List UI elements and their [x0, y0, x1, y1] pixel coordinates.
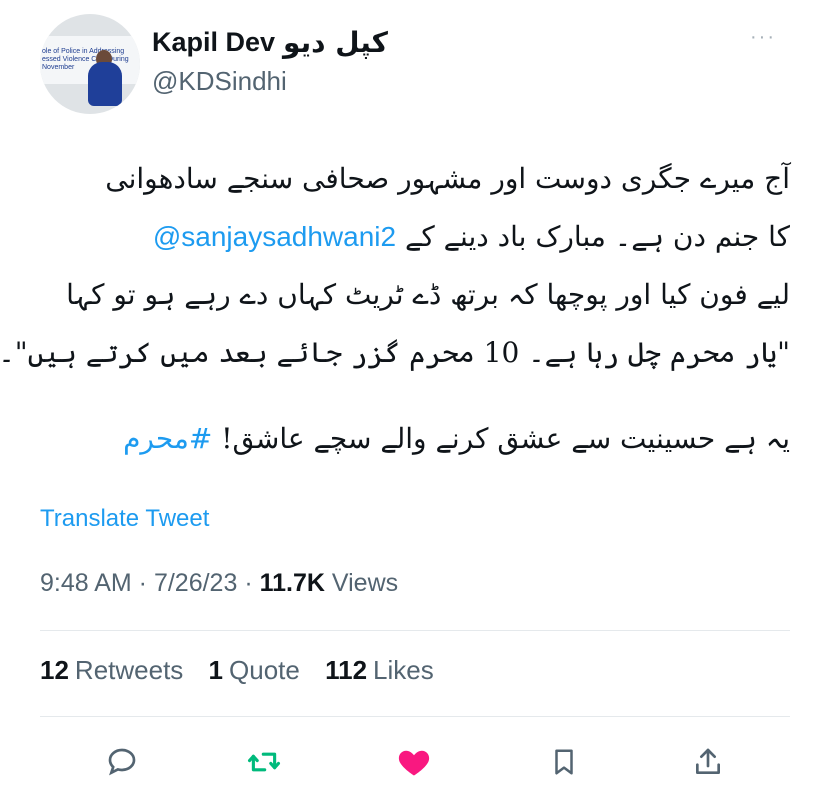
reply-icon[interactable] — [102, 742, 142, 782]
quotes-stat[interactable]: 1 Quote — [209, 655, 300, 685]
display-name[interactable]: Kapil Dev — [152, 27, 275, 58]
retweet-icon[interactable] — [244, 742, 284, 782]
tweet-time[interactable]: 9:48 AM — [40, 569, 132, 597]
tweet-text: آج میرے جگری دوست اور مشہور صحافی سنجے س… — [0, 150, 790, 468]
likes-stat[interactable]: 112 Likes — [325, 655, 434, 685]
tweet-line-3: لیے فون کیا اور پوچھا کہ برتھ ڈے ٹریٹ کہ… — [66, 278, 790, 311]
retweets-stat[interactable]: 12 Retweets — [40, 655, 183, 685]
mention-link[interactable]: @sanjaysadhwani2 — [153, 221, 396, 252]
action-bar — [0, 742, 828, 782]
tweet-date[interactable]: 7/26/23 — [154, 569, 237, 597]
tweet-line-5: یہ ہے حسینیت سے عشق کرنے والے سچے عاشق! … — [123, 422, 790, 455]
bookmark-icon[interactable] — [544, 742, 584, 782]
share-icon[interactable] — [688, 742, 728, 782]
hashtag-link[interactable]: #محرم — [123, 422, 212, 455]
author-name-row[interactable]: Kapil Dev کپل دیو — [152, 24, 388, 60]
tweet-line-1: آج میرے جگری دوست اور مشہور صحافی سنجے س… — [105, 162, 790, 195]
views-label: Views — [324, 569, 399, 597]
more-options-icon[interactable]: ··· — [750, 26, 776, 49]
tweet-line-4: "یار محرم چل رہا ہے۔ 10 محرم گزر جائے بع… — [0, 336, 790, 369]
user-handle[interactable]: @KDSindhi — [152, 66, 287, 97]
avatar[interactable]: ole of Police in Addressing essed Violen… — [40, 14, 140, 114]
views-count: 11.7K — [259, 569, 325, 597]
engagement-stats: 12 Retweets 1 Quote 112 Likes — [40, 655, 452, 686]
avatar-person — [88, 62, 122, 106]
tweet-meta: 9:48 AM · 7/26/23 · 11.7K Views — [40, 569, 399, 597]
display-name-urdu[interactable]: کپل دیو — [283, 26, 388, 59]
divider — [40, 716, 790, 717]
like-icon[interactable] — [394, 742, 434, 782]
translate-tweet-link[interactable]: Translate Tweet — [40, 505, 209, 533]
divider — [40, 630, 790, 631]
tweet-line-2: کا جنم دن ہے۔ مبارک باد دینے کے @sanjays… — [152, 220, 790, 253]
